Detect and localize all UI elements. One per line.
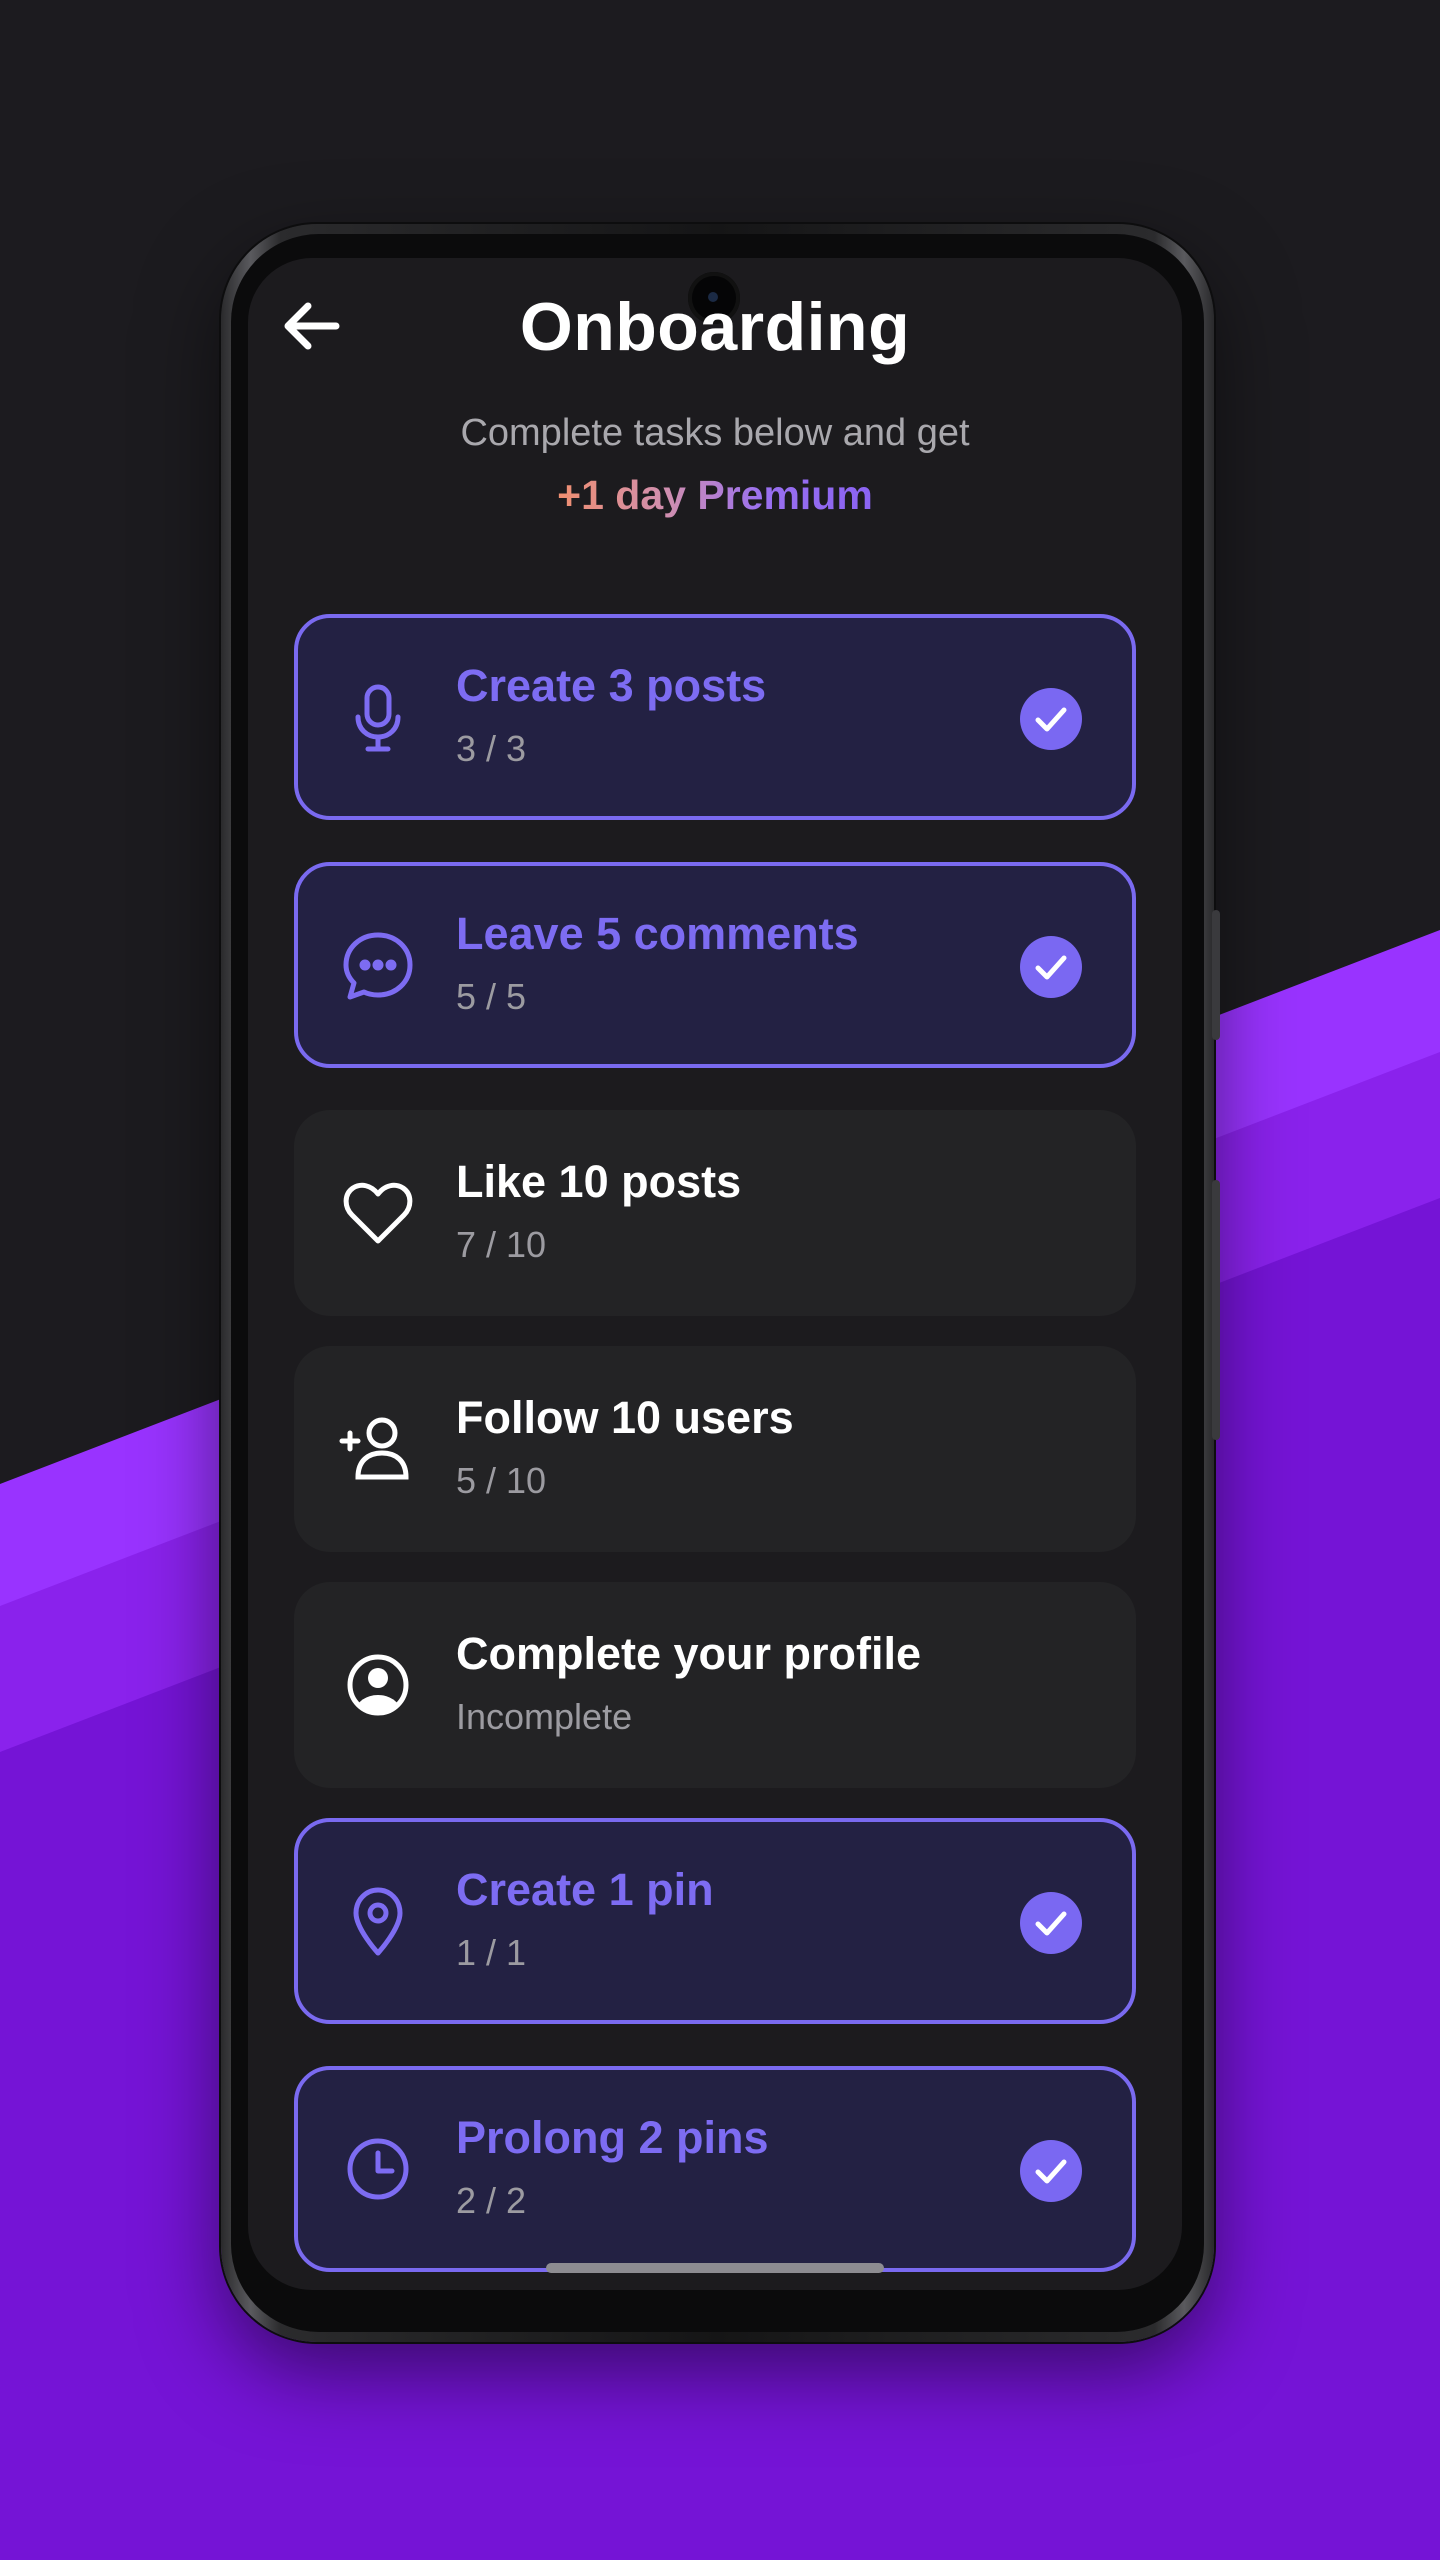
heart-icon bbox=[338, 1173, 418, 1253]
volume-button bbox=[1212, 1180, 1220, 1440]
power-button bbox=[1212, 910, 1220, 1040]
checkmark-icon bbox=[1020, 936, 1082, 998]
checkmark-icon bbox=[1020, 1892, 1082, 1954]
task-title: Follow 10 users bbox=[456, 1392, 794, 1443]
task-card-prolong-pins[interactable]: Prolong 2 pins 2 / 2 bbox=[294, 2066, 1136, 2272]
task-card-follow-users[interactable]: Follow 10 users 5 / 10 bbox=[294, 1346, 1136, 1552]
task-title: Leave 5 comments bbox=[456, 908, 859, 959]
clock-icon bbox=[338, 2129, 418, 2209]
checkmark-icon bbox=[1020, 688, 1082, 750]
task-progress: 7 / 10 bbox=[456, 1224, 547, 1265]
profile-circle-icon bbox=[338, 1645, 418, 1725]
chat-bubble-icon bbox=[338, 925, 418, 1005]
task-progress: 1 / 1 bbox=[456, 1932, 527, 1973]
task-title: Prolong 2 pins bbox=[456, 2112, 769, 2163]
task-title: Create 1 pin bbox=[456, 1864, 714, 1915]
task-title: Like 10 posts bbox=[456, 1156, 742, 1207]
task-progress: 3 / 3 bbox=[456, 728, 527, 769]
task-card-leave-comments[interactable]: Leave 5 comments 5 / 5 bbox=[294, 862, 1136, 1068]
page-subtitle: Complete tasks below and get bbox=[460, 412, 970, 454]
home-indicator[interactable] bbox=[546, 2263, 884, 2273]
task-progress: Incomplete bbox=[456, 1696, 633, 1737]
task-title: Complete your profile bbox=[456, 1628, 922, 1679]
microphone-icon bbox=[338, 677, 418, 757]
task-card-create-posts[interactable]: Create 3 posts 3 / 3 bbox=[294, 614, 1136, 820]
reward-text: +1 day Premium bbox=[557, 472, 873, 518]
task-progress: 5 / 5 bbox=[456, 976, 527, 1017]
task-card-complete-profile[interactable]: Complete your profile Incomplete bbox=[294, 1582, 1136, 1788]
checkmark-icon bbox=[1020, 2140, 1082, 2202]
add-user-icon bbox=[338, 1409, 418, 1489]
map-pin-icon bbox=[338, 1881, 418, 1961]
app-screen: Onboarding Complete tasks below and get … bbox=[248, 258, 1182, 2290]
task-title: Create 3 posts bbox=[456, 660, 767, 711]
reward-label: +1 day Premium bbox=[248, 472, 1182, 519]
task-card-create-pin[interactable]: Create 1 pin 1 / 1 bbox=[294, 1818, 1136, 2024]
task-progress: 2 / 2 bbox=[456, 2180, 527, 2221]
task-progress: 5 / 10 bbox=[456, 1460, 547, 1501]
page-title: Onboarding bbox=[519, 289, 911, 365]
task-card-like-posts[interactable]: Like 10 posts 7 / 10 bbox=[294, 1110, 1136, 1316]
